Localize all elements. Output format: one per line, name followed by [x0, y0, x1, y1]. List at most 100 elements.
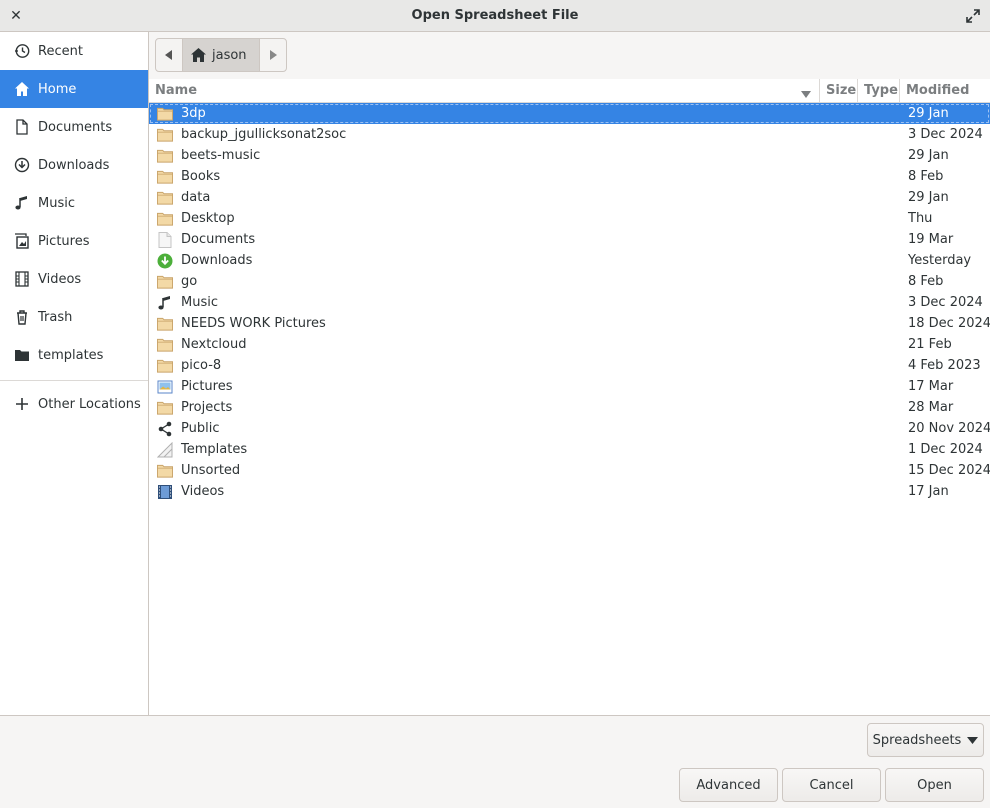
file-modified: 4 Feb 2023: [908, 358, 981, 373]
file-row[interactable]: Music 3 Dec 2024: [149, 292, 990, 313]
sidebar-item-videos[interactable]: Videos: [0, 260, 148, 298]
file-row[interactable]: NEEDS WORK Pictures 18 Dec 2024: [149, 313, 990, 334]
file-name-cell: Templates: [149, 441, 820, 458]
file-row[interactable]: 3dp 29 Jan: [149, 103, 990, 124]
folder-icon: [157, 274, 173, 290]
file-name: 3dp: [181, 106, 206, 121]
column-type-label: Type: [864, 83, 898, 98]
sidebar-item-downloads[interactable]: Downloads: [0, 146, 148, 184]
places-sidebar: Recent Home Documents Downloads Music Picture…: [0, 32, 149, 715]
file-name: Projects: [181, 400, 233, 415]
file-row[interactable]: data 29 Jan: [149, 187, 990, 208]
file-row[interactable]: Books 8 Feb: [149, 166, 990, 187]
sidebar-item-trash[interactable]: Trash: [0, 298, 148, 336]
file-name: Unsorted: [181, 463, 241, 478]
download-icon: [157, 253, 173, 269]
file-row[interactable]: backup_jgullicksonat2soc 3 Dec 2024: [149, 124, 990, 145]
file-row[interactable]: Pictures 17 Mar: [149, 376, 990, 397]
file-name: Templates: [181, 442, 248, 457]
sidebar-item-home[interactable]: Home: [0, 70, 148, 108]
file-name: Books: [181, 169, 221, 184]
file-modified: 3 Dec 2024: [908, 295, 983, 310]
folder-icon: [157, 148, 173, 164]
dialog-actions: Spreadsheets Advanced Cancel Open: [0, 715, 990, 808]
file-name-cell: NEEDS WORK Pictures: [149, 316, 820, 332]
sidebar-item-pictures[interactable]: Pictures: [0, 222, 148, 260]
file-name-cell: Public: [149, 421, 820, 437]
file-modified: 28 Mar: [908, 400, 954, 415]
folder-icon: [157, 316, 173, 332]
column-modified[interactable]: Modified: [900, 79, 990, 102]
film-icon: [157, 484, 173, 500]
folder-icon: [157, 358, 173, 374]
forward-arrow-icon[interactable]: [260, 39, 286, 71]
folder-icon: [157, 106, 173, 122]
file-row[interactable]: Public 20 Nov 2024: [149, 418, 990, 439]
pictures-icon: [157, 379, 173, 395]
file-row[interactable]: go 8 Feb: [149, 271, 990, 292]
file-modified: 18 Dec 2024: [908, 316, 990, 331]
file-name: Music: [181, 295, 218, 310]
home-icon: [14, 81, 30, 97]
sidebar-item-other-locations[interactable]: Other Locations: [0, 385, 148, 423]
column-type[interactable]: Type: [858, 79, 900, 102]
cancel-label: Cancel: [809, 777, 854, 793]
file-row[interactable]: Templates 1 Dec 2024: [149, 439, 990, 460]
breadcrumb-home[interactable]: jason: [182, 39, 260, 71]
file-row[interactable]: Unsorted 15 Dec 2024: [149, 460, 990, 481]
close-icon[interactable]: ✕: [6, 6, 26, 26]
folder-icon: [157, 463, 173, 479]
sidebar-item-music[interactable]: Music: [0, 184, 148, 222]
file-row[interactable]: Projects 28 Mar: [149, 397, 990, 418]
file-name-cell: go: [149, 274, 820, 290]
advanced-label: Advanced: [696, 777, 761, 793]
file-name-cell: Documents: [149, 231, 820, 248]
file-name-cell: Nextcloud: [149, 337, 820, 353]
sidebar-item-templates[interactable]: templates: [0, 336, 148, 374]
folder-icon: [157, 400, 173, 416]
back-arrow-icon[interactable]: [156, 39, 182, 71]
file-modified: 29 Jan: [908, 148, 949, 163]
file-name: data: [181, 190, 211, 205]
share-icon: [157, 421, 173, 437]
file-row[interactable]: Documents 19 Mar: [149, 229, 990, 250]
file-modified: 8 Feb: [908, 274, 944, 289]
file-row[interactable]: Desktop Thu: [149, 208, 990, 229]
file-rows: 3dp 29 Jan backup_jgullicksonat2soc 3 Dec 2…: [149, 103, 990, 502]
file-modified: 17 Mar: [908, 379, 954, 394]
file-modified: Thu: [908, 211, 933, 226]
file-row[interactable]: beets-music 29 Jan: [149, 145, 990, 166]
breadcrumb-label: jason: [212, 47, 247, 63]
file-row[interactable]: Videos 17 Jan: [149, 481, 990, 502]
file-name-cell: backup_jgullicksonat2soc: [149, 127, 820, 143]
maximize-icon[interactable]: [964, 7, 982, 25]
open-button[interactable]: Open: [885, 768, 984, 802]
cancel-button[interactable]: Cancel: [782, 768, 881, 802]
file-name-cell: Unsorted: [149, 463, 820, 479]
column-name[interactable]: Name: [149, 79, 820, 102]
file-modified: Yesterday: [908, 253, 972, 268]
folder-icon: [157, 211, 173, 227]
advanced-button[interactable]: Advanced: [679, 768, 778, 802]
filter-label: Spreadsheets: [872, 732, 962, 748]
column-name-label: Name: [155, 83, 198, 98]
column-size[interactable]: Size: [820, 79, 858, 102]
film-icon: [14, 271, 30, 287]
folder-icon: [157, 337, 173, 353]
sidebar-item-recent[interactable]: Recent: [0, 32, 148, 70]
file-row[interactable]: Nextcloud 21 Feb: [149, 334, 990, 355]
file-modified: 15 Dec 2024: [908, 463, 990, 478]
folder-icon: [157, 127, 173, 143]
column-header: Name Size Type Modified: [149, 79, 990, 103]
file-row[interactable]: Downloads Yesterday: [149, 250, 990, 271]
file-modified: 21 Feb: [908, 337, 952, 352]
path-bar: jason: [155, 38, 287, 72]
column-modified-label: Modified: [906, 83, 970, 98]
file-name: Desktop: [181, 211, 235, 226]
sidebar-item-documents[interactable]: Documents: [0, 108, 148, 146]
sidebar-item-label: Videos: [38, 271, 82, 287]
chevron-down-icon: [967, 736, 979, 744]
file-filter-dropdown[interactable]: Spreadsheets: [867, 723, 984, 757]
file-modified: 17 Jan: [908, 484, 949, 499]
file-row[interactable]: pico-8 4 Feb 2023: [149, 355, 990, 376]
